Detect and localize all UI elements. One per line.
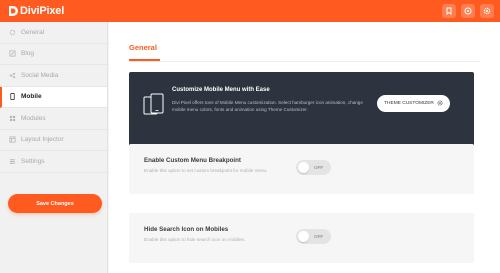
- toggle-state-label: OFF: [314, 234, 324, 239]
- sidebar-item-label: Social Media: [21, 71, 59, 79]
- toggle-state-label: OFF: [314, 165, 324, 170]
- theme-customizer-label: THEME CUSTOMIZER: [384, 101, 434, 106]
- divi-pixel-logo-icon: [8, 5, 18, 17]
- promo-banner: Customize Mobile Menu with Ease Divi Pix…: [129, 72, 474, 154]
- top-bar: DiviPixel: [0, 0, 500, 22]
- setting-description: Enable this option to set custom breakpo…: [144, 168, 268, 173]
- custom-breakpoint-toggle[interactable]: OFF: [296, 160, 331, 175]
- section-underline: [129, 59, 160, 61]
- sidebar-item-settings[interactable]: Settings: [0, 151, 107, 173]
- toggle-knob: [298, 162, 309, 173]
- gear-icon[interactable]: [480, 4, 494, 18]
- page-title: General: [129, 43, 157, 52]
- sidebar: General Blog Social Media Mobile Modules…: [0, 22, 108, 273]
- setting-card: Enable Custom Menu Breakpoint Enable thi…: [129, 144, 474, 194]
- setting-card: Hide Search Icon on Mobiles Enable this …: [129, 213, 474, 263]
- section-divider: [129, 60, 480, 62]
- sidebar-item-blog[interactable]: Blog: [0, 44, 107, 65]
- theme-customizer-button[interactable]: THEME CUSTOMIZER: [377, 95, 450, 112]
- logo[interactable]: DiviPixel: [8, 4, 64, 18]
- gear-icon: [437, 100, 443, 108]
- layout-icon: [9, 136, 16, 143]
- promo-title: Customize Mobile Menu with Ease: [172, 87, 270, 93]
- grid-icon: [9, 115, 16, 122]
- gear-icon: [9, 29, 16, 36]
- logo-text: DiviPixel: [20, 5, 65, 17]
- sidebar-item-layout-injector[interactable]: Layout Injector: [0, 130, 107, 151]
- sidebar-item-label: Layout Injector: [21, 136, 64, 144]
- sidebar-item-mobile[interactable]: Mobile: [0, 86, 107, 108]
- save-changes-button[interactable]: Save Changes: [8, 194, 102, 213]
- mobile-icon: [9, 93, 16, 101]
- bookmark-icon[interactable]: [442, 4, 456, 18]
- promo-description: Divi Pixel offers tons of Mobile Menu cu…: [172, 100, 363, 112]
- main-content: General Customize Mobile Menu with Ease …: [109, 22, 500, 273]
- mobile-devices-icon: [143, 93, 165, 115]
- sidebar-item-label: Modules: [21, 114, 46, 122]
- toggle-knob: [298, 231, 309, 242]
- setting-title: Hide Search Icon on Mobiles: [144, 226, 229, 233]
- sidebar-item-modules[interactable]: Modules: [0, 108, 107, 130]
- edit-icon: [9, 50, 16, 57]
- help-icon[interactable]: [461, 4, 475, 18]
- sidebar-item-label: Blog: [21, 50, 35, 58]
- sidebar-item-label: Settings: [21, 157, 45, 165]
- setting-description: Enable this option to hide search icon o…: [144, 237, 246, 242]
- sidebar-item-social-media[interactable]: Social Media: [0, 65, 107, 87]
- hide-search-icon-toggle[interactable]: OFF: [296, 229, 331, 244]
- setting-title: Enable Custom Menu Breakpoint: [144, 157, 241, 164]
- sidebar-item-label: Mobile: [21, 93, 42, 101]
- sidebar-item-general[interactable]: General: [0, 22, 107, 44]
- sidebar-item-label: General: [21, 28, 45, 36]
- sliders-icon: [9, 158, 16, 165]
- share-icon: [9, 72, 16, 79]
